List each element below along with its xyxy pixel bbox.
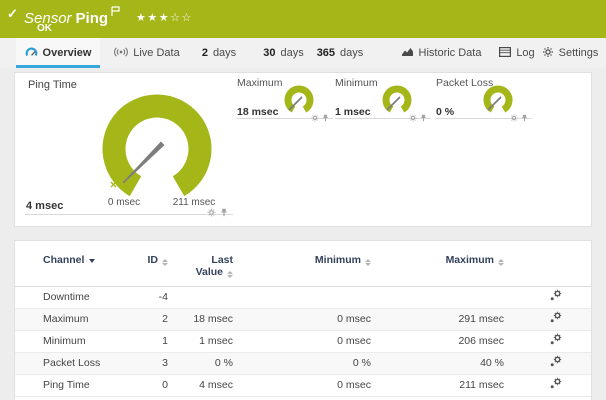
mini-gauge-value: 18 msec (237, 106, 278, 118)
channel-minimum (233, 286, 371, 308)
channel-last-value: 0 % (168, 352, 233, 374)
tab-historic-data[interactable]: Historic Data (398, 38, 484, 68)
channel-settings-icon[interactable] (549, 337, 562, 349)
col-header-minimum[interactable]: Minimum (233, 241, 371, 286)
sort-icon (227, 271, 233, 278)
channel-name[interactable]: Downtime (15, 286, 130, 308)
pin-icon[interactable] (521, 109, 528, 127)
tab-bar: Overview Live Data 2 days 30 days 365 da… (0, 38, 606, 68)
channel-minimum: 0 % (233, 352, 371, 374)
channel-maximum (371, 286, 504, 308)
channel-maximum: 40 % (371, 352, 504, 374)
channel-id: -4 (130, 286, 168, 308)
col-header-channel[interactable]: Channel (15, 241, 130, 286)
col-header-id[interactable]: ID (130, 241, 168, 286)
ping-time-gauge (93, 85, 221, 213)
table-row: Ping Time 0 4 msec 0 msec 211 msec (15, 374, 591, 396)
channel-gear-icon[interactable] (510, 109, 518, 127)
mini-gauge-label: Maximum (237, 77, 283, 89)
flag-icon[interactable] (111, 4, 120, 21)
broadcast-icon (114, 47, 128, 60)
col-header-last-value[interactable]: LastValue (168, 241, 233, 286)
channels-table: Channel ID LastValue Minimum Maximum Dow… (15, 241, 591, 397)
channel-name[interactable]: Maximum (15, 308, 130, 330)
mini-gauge-label: Minimum (335, 77, 378, 89)
gauge-icon (25, 46, 38, 61)
mini-gauge-value: 0 % (436, 106, 454, 118)
gauge-divider (25, 214, 233, 215)
channel-settings-icon[interactable] (549, 315, 562, 327)
log-list-icon (499, 47, 511, 60)
col-header-maximum[interactable]: Maximum (371, 241, 504, 286)
tab-live-data[interactable]: Live Data (108, 38, 186, 68)
channel-id: 1 (130, 330, 168, 352)
tab-30-days[interactable]: 30 days (256, 38, 311, 68)
table-row: Packet Loss 3 0 % 0 % 40 % (15, 352, 591, 374)
tab-2-days[interactable]: 2 days (194, 38, 244, 68)
channel-name[interactable]: Minimum (15, 330, 130, 352)
tab-log[interactable]: Log (494, 38, 540, 68)
channel-maximum: 291 msec (371, 308, 504, 330)
sort-desc-icon (89, 259, 95, 263)
sort-icon (162, 259, 168, 266)
sort-icon (365, 259, 371, 266)
table-row: Minimum 1 1 msec 0 msec 206 msec (15, 330, 591, 352)
channel-name[interactable]: Ping Time (15, 374, 130, 396)
channel-minimum: 0 msec (233, 374, 371, 396)
mini-gauge-maximum: Maximum 18 msec (237, 77, 333, 119)
channels-panel: Channel ID LastValue Minimum Maximum Dow… (14, 240, 592, 400)
table-row: Maximum 2 18 msec 0 msec 291 msec (15, 308, 591, 330)
main-gauge-title: Ping Time (28, 79, 77, 91)
channel-gear-icon[interactable] (207, 204, 216, 222)
sensor-header: ✓ SensorPing★★★☆☆ OK (0, 0, 606, 38)
ping-time-value: 4 msec (26, 200, 63, 212)
pin-icon[interactable] (322, 109, 329, 127)
channel-gear-icon[interactable] (409, 109, 417, 127)
pin-icon[interactable] (220, 204, 228, 222)
status-check-icon: ✓ (7, 6, 18, 22)
channel-last-value: 4 msec (168, 374, 233, 396)
channel-id: 2 (130, 308, 168, 330)
channel-last-value (168, 286, 233, 308)
gauge-scale-min: 0 msec (91, 197, 157, 208)
tab-settings[interactable]: Settings (538, 38, 602, 68)
pin-icon[interactable] (420, 109, 427, 127)
gear-icon (542, 46, 554, 61)
channel-settings-icon[interactable] (549, 359, 562, 371)
priority-stars[interactable]: ★★★☆☆ (136, 12, 193, 24)
channel-last-value: 18 msec (168, 308, 233, 330)
sensor-status-badge: OK (37, 23, 52, 34)
tab-365-days[interactable]: 365 days (310, 38, 370, 68)
mini-gauge-packet-loss: Packet Loss 0 % (436, 77, 532, 119)
channel-minimum: 0 msec (233, 308, 371, 330)
channel-settings-icon[interactable] (549, 381, 562, 393)
channel-minimum: 0 msec (233, 330, 371, 352)
mini-gauge-value: 1 msec (335, 106, 371, 118)
table-row: Downtime -4 (15, 286, 591, 308)
channel-name[interactable]: Packet Loss (15, 352, 130, 374)
channel-settings-icon[interactable] (549, 293, 562, 305)
sensor-name: Ping (76, 10, 109, 27)
gauges-panel: Ping Time 0 msec 211 msec 4 msec Maximum… (14, 72, 592, 227)
chart-icon (401, 46, 414, 60)
mini-gauge-minimum: Minimum 1 msec (335, 77, 431, 119)
channel-last-value: 1 msec (168, 330, 233, 352)
tab-overview[interactable]: Overview (16, 38, 100, 68)
channel-maximum: 206 msec (371, 330, 504, 352)
channel-id: 3 (130, 352, 168, 374)
channel-maximum: 211 msec (371, 374, 504, 396)
channel-id: 0 (130, 374, 168, 396)
sort-icon (498, 259, 504, 266)
channel-gear-icon[interactable] (311, 109, 319, 127)
